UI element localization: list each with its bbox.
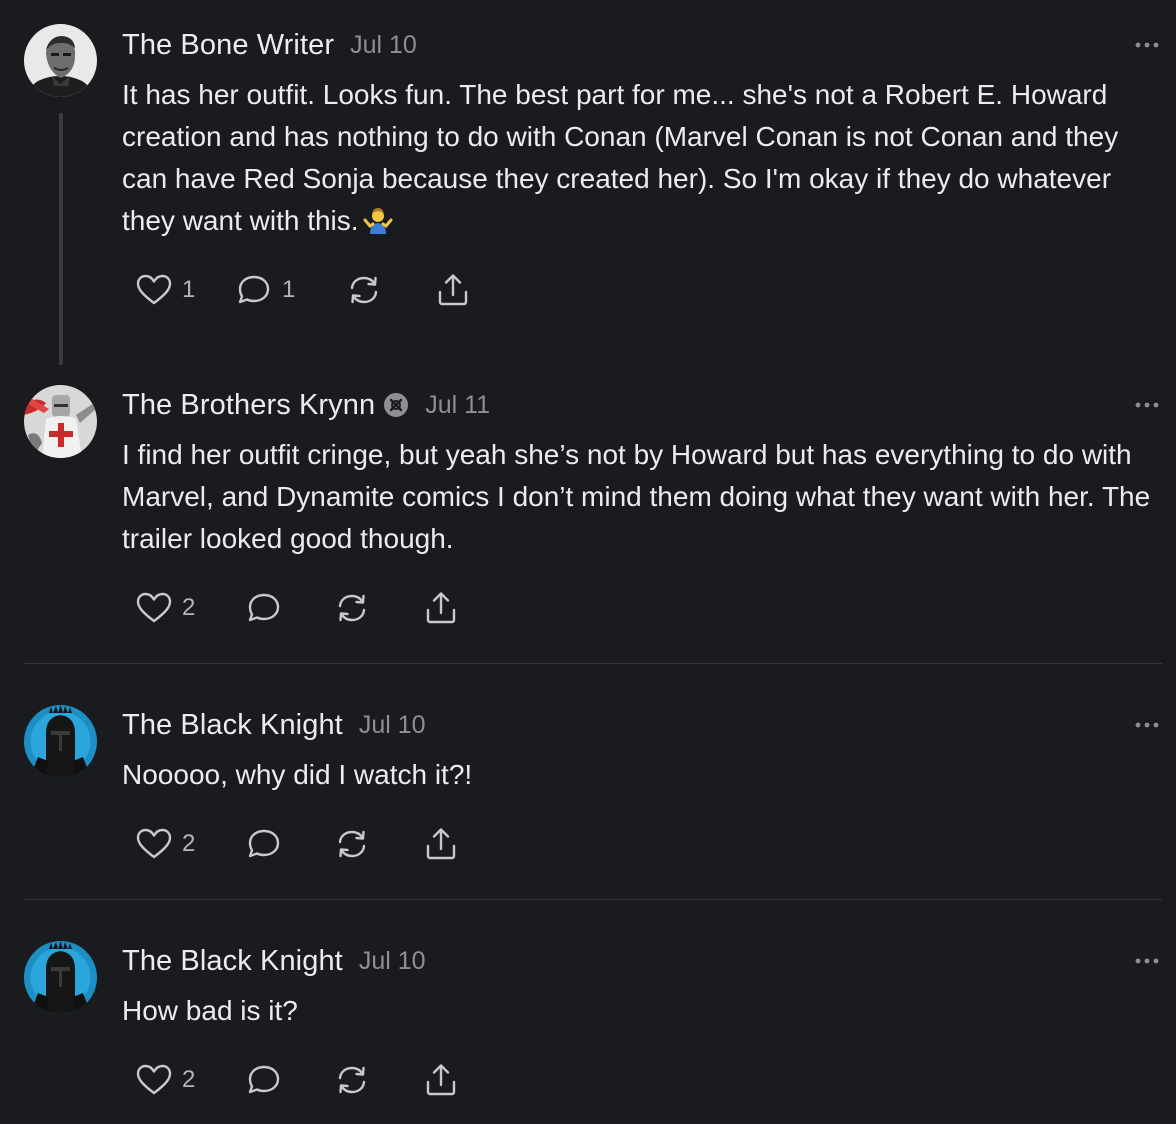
reply-button[interactable]: 1 — [234, 268, 295, 312]
comment: The Black Knight Jul 10 How bad is it? 2 — [0, 900, 1176, 1124]
more-dots-icon — [1135, 402, 1159, 408]
comment: The Brothers Krynn Jul 11 I find her out… — [0, 365, 1176, 663]
like-count: 2 — [182, 1066, 196, 1093]
comment: The Black Knight Jul 10 Nooooo, why did … — [0, 664, 1176, 899]
more-options-button[interactable] — [1134, 954, 1162, 968]
thread-line — [59, 113, 63, 365]
share-button[interactable] — [421, 586, 461, 630]
more-options-button[interactable] — [1134, 398, 1162, 412]
comment-bubble-icon — [248, 829, 280, 858]
restack-button[interactable] — [332, 822, 372, 866]
author-name[interactable]: The Black Knight — [122, 945, 343, 978]
post-date[interactable]: Jul 11 — [425, 391, 490, 420]
more-dots-icon — [1135, 42, 1159, 48]
avatar[interactable] — [24, 705, 97, 778]
like-button[interactable]: 2 — [134, 586, 195, 630]
comment-bubble-icon — [248, 593, 280, 622]
share-upload-icon — [438, 274, 468, 306]
like-count: 2 — [182, 830, 196, 857]
comment-header: The Brothers Krynn Jul 11 — [122, 385, 490, 425]
share-button[interactable] — [433, 268, 473, 312]
comment-text: It has her outfit. Looks fun. The best p… — [122, 79, 1119, 236]
man-portrait-avatar — [24, 24, 97, 97]
restack-button[interactable] — [332, 586, 372, 630]
like-button[interactable]: 2 — [134, 1058, 195, 1102]
comment-text: Nooooo, why did I watch it?! — [122, 759, 473, 790]
more-options-button[interactable] — [1134, 718, 1162, 732]
comment-body: It has her outfit. Looks fun. The best p… — [122, 74, 1168, 242]
restack-button[interactable] — [332, 1058, 372, 1102]
restack-button[interactable] — [344, 268, 384, 312]
heart-icon — [136, 1064, 172, 1095]
more-dots-icon — [1135, 958, 1159, 964]
reply-button[interactable] — [244, 822, 284, 866]
share-upload-icon — [426, 592, 456, 624]
author-name[interactable]: The Bone Writer — [122, 29, 334, 62]
avatar[interactable] — [24, 24, 97, 97]
comment-header: The Bone Writer Jul 10 — [122, 25, 417, 65]
comment-text: I find her outfit cringe, but yeah she’s… — [122, 439, 1151, 554]
avatar[interactable] — [24, 941, 97, 1014]
comment-bubble-icon — [248, 1065, 280, 1094]
post-date[interactable]: Jul 10 — [359, 711, 426, 740]
comment-bubble-icon — [238, 275, 270, 304]
heart-icon — [136, 592, 172, 623]
like-button[interactable]: 2 — [134, 822, 195, 866]
post-date[interactable]: Jul 10 — [359, 947, 426, 976]
author-name[interactable]: The Brothers Krynn — [122, 389, 375, 422]
heart-icon — [136, 274, 172, 305]
share-upload-icon — [426, 1064, 456, 1096]
comment-header: The Black Knight Jul 10 — [122, 941, 426, 981]
comment-body: Nooooo, why did I watch it?! — [122, 754, 1168, 796]
restack-arrows-icon — [350, 276, 378, 304]
like-count: 1 — [182, 276, 196, 303]
comment-body: How bad is it? — [122, 990, 1168, 1032]
reply-button[interactable] — [244, 1058, 284, 1102]
restack-arrows-icon — [338, 1066, 366, 1094]
reply-button[interactable] — [244, 586, 284, 630]
more-options-button[interactable] — [1134, 38, 1162, 52]
knight-templar-avatar — [24, 385, 97, 458]
share-button[interactable] — [421, 822, 461, 866]
comment-text: How bad is it? — [122, 995, 298, 1026]
share-button[interactable] — [421, 1058, 461, 1102]
person-shrugging-emoji — [363, 205, 393, 235]
reply-count: 1 — [282, 276, 296, 303]
restack-arrows-icon — [338, 830, 366, 858]
verified-creator-icon — [383, 392, 409, 418]
avatar[interactable] — [24, 385, 97, 458]
share-upload-icon — [426, 828, 456, 860]
like-count: 2 — [182, 594, 196, 621]
black-knight-helmet-avatar — [24, 941, 97, 1014]
black-knight-helmet-avatar — [24, 705, 97, 778]
like-button[interactable]: 1 — [134, 268, 195, 312]
post-date[interactable]: Jul 10 — [350, 31, 417, 60]
comment-body: I find her outfit cringe, but yeah she’s… — [122, 434, 1168, 560]
heart-icon — [136, 828, 172, 859]
comment-header: The Black Knight Jul 10 — [122, 705, 426, 745]
restack-arrows-icon — [338, 594, 366, 622]
more-dots-icon — [1135, 722, 1159, 728]
comment: The Bone Writer Jul 10 It has her outfit… — [0, 0, 1176, 365]
author-name[interactable]: The Black Knight — [122, 709, 343, 742]
